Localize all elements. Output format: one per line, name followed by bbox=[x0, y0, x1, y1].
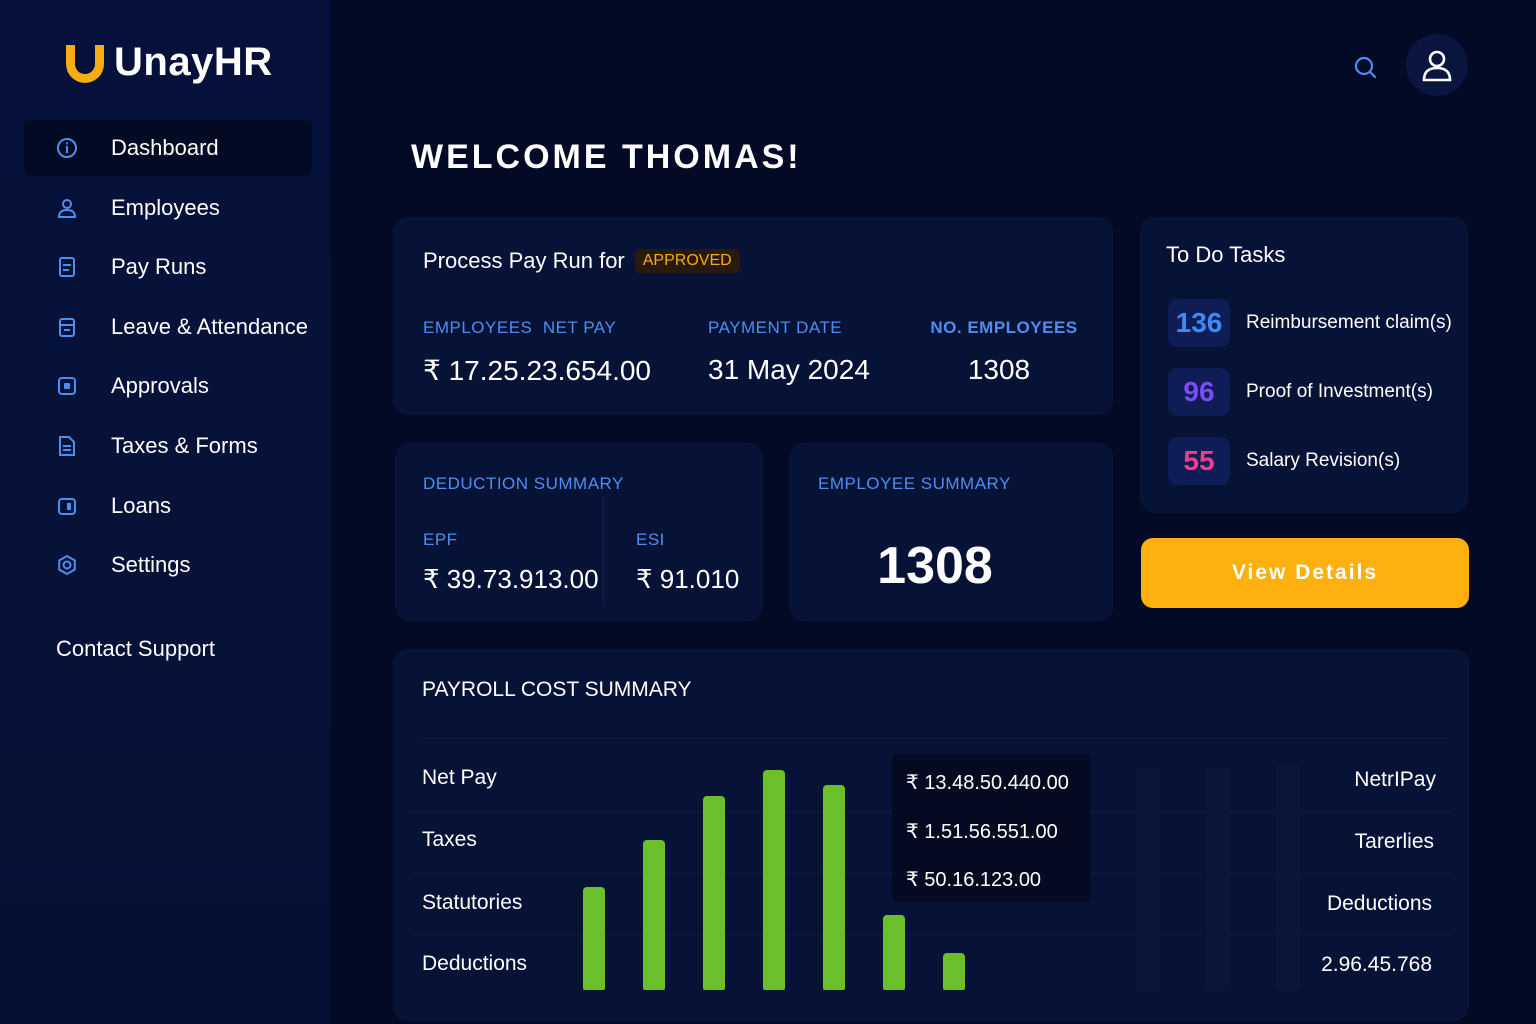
right-row-net-pay: NetrIPay bbox=[1354, 768, 1436, 791]
task-count: 55 bbox=[1168, 437, 1230, 485]
sidebar-item-employees[interactable]: Employees bbox=[24, 180, 312, 236]
row-label-net-pay: Net Pay bbox=[422, 766, 497, 789]
employee-count-block: NO. EMPLOYEES 1308 bbox=[929, 318, 1079, 386]
user-icon bbox=[56, 197, 78, 219]
forms-icon bbox=[56, 435, 78, 457]
task-proof-of-investment[interactable]: 96 Proof of Investment(s) bbox=[1168, 368, 1433, 416]
payroll-bar[interactable] bbox=[883, 915, 905, 990]
esi-label: ESI bbox=[636, 530, 665, 549]
payroll-tooltip: ₹ 13.48.50.440.00 ₹ 1.51.56.551.00 ₹ 50.… bbox=[892, 754, 1090, 902]
wallet-icon bbox=[56, 495, 78, 517]
right-row-amount: 2.96.45.768 bbox=[1321, 953, 1432, 976]
payroll-cost-summary-card: PAYROLL COST SUMMARY Net Pay Taxes Statu… bbox=[394, 650, 1468, 1020]
sidebar: UnayHR Dashboard Employees Pay Runs Leav… bbox=[0, 0, 330, 1024]
net-pay-block: EMPLOYEES NET PAY ₹ 17.25.23.654.00 bbox=[423, 318, 651, 387]
app-root: UnayHR Dashboard Employees Pay Runs Leav… bbox=[0, 0, 1536, 1024]
employee-summary-count: 1308 bbox=[877, 537, 993, 595]
row-label-statutories: Statutories bbox=[422, 891, 523, 914]
sidebar-item-taxes-forms[interactable]: Taxes & Forms bbox=[24, 418, 312, 474]
deduction-summary-card: DEDUCTION SUMMARY EPF ₹ 39.73.913.00 ESI… bbox=[396, 444, 762, 620]
pay-run-card: Process Pay Run for APPROVED EMPLOYEES N… bbox=[394, 218, 1112, 414]
tooltip-net-pay: ₹ 13.48.50.440.00 bbox=[906, 772, 1069, 794]
ghost-bar bbox=[1276, 766, 1300, 990]
sidebar-item-pay-runs[interactable]: Pay Runs bbox=[24, 239, 312, 295]
tooltip-statutories: ₹ 50.16.123.00 bbox=[906, 869, 1042, 891]
sidebar-nav: Dashboard Employees Pay Runs Leave & Att… bbox=[24, 120, 312, 597]
sidebar-item-label: Pay Runs bbox=[111, 254, 207, 280]
contact-support-link[interactable]: Contact Support bbox=[56, 636, 215, 662]
epf-value: ₹ 39.73.913.00 bbox=[423, 564, 599, 594]
divider bbox=[422, 738, 1448, 739]
approval-icon bbox=[56, 375, 78, 397]
user-avatar-icon bbox=[1422, 50, 1452, 82]
info-icon bbox=[56, 137, 78, 159]
payroll-bar[interactable] bbox=[583, 887, 605, 990]
payroll-title: PAYROLL COST SUMMARY bbox=[422, 678, 692, 701]
divider bbox=[603, 496, 604, 606]
net-pay-value: ₹ 17.25.23.654.00 bbox=[423, 355, 652, 386]
view-details-button[interactable]: View Details bbox=[1141, 538, 1469, 608]
payroll-bar[interactable] bbox=[823, 785, 845, 990]
payroll-bar[interactable] bbox=[703, 796, 725, 990]
gear-icon bbox=[56, 554, 78, 576]
net-pay-label: EMPLOYEES NET PAY bbox=[423, 318, 617, 337]
logo[interactable]: UnayHR bbox=[66, 40, 273, 85]
row-label-taxes: Taxes bbox=[422, 828, 477, 851]
brand-name: UnayHR bbox=[114, 40, 273, 84]
task-label: Proof of Investment(s) bbox=[1246, 381, 1433, 402]
payroll-bar[interactable] bbox=[763, 770, 785, 990]
task-salary-revision[interactable]: 55 Salary Revision(s) bbox=[1168, 437, 1400, 485]
user-avatar-button[interactable] bbox=[1406, 34, 1468, 96]
task-count: 96 bbox=[1168, 368, 1230, 416]
employee-count-value: 1308 bbox=[967, 354, 1031, 385]
sidebar-item-label: Settings bbox=[111, 552, 191, 578]
sidebar-item-loans[interactable]: Loans bbox=[24, 478, 312, 534]
task-label: Salary Revision(s) bbox=[1246, 450, 1401, 471]
payroll-bar[interactable] bbox=[943, 953, 965, 990]
payment-date-value: 31 May 2024 bbox=[708, 354, 870, 385]
right-row-taxes: Tarerlies bbox=[1354, 830, 1434, 853]
status-badge: APPROVED bbox=[634, 249, 740, 273]
esi-value: ₹ 91.010 bbox=[636, 564, 740, 594]
employee-count-label: NO. EMPLOYEES bbox=[930, 318, 1078, 337]
pay-run-title-text: Process Pay Run for bbox=[423, 248, 625, 273]
calendar-icon bbox=[56, 316, 78, 338]
sidebar-item-label: Employees bbox=[111, 194, 220, 220]
logo-mark-icon bbox=[66, 41, 104, 85]
row-label-deductions: Deductions bbox=[422, 952, 528, 975]
todo-tasks-card: To Do Tasks 136 Reimbursement claim(s) 9… bbox=[1141, 218, 1467, 512]
search-icon[interactable] bbox=[1350, 52, 1380, 82]
sidebar-item-settings[interactable]: Settings bbox=[24, 537, 312, 593]
page-title: WELCOME THOMAS! bbox=[411, 138, 802, 176]
right-row-deductions: Deductions bbox=[1326, 892, 1432, 915]
pay-run-title: Process Pay Run for APPROVED bbox=[423, 248, 740, 274]
sidebar-item-label: Loans bbox=[111, 492, 171, 518]
sidebar-item-label: Leave & Attendance bbox=[111, 313, 308, 339]
document-icon bbox=[56, 256, 78, 278]
payroll-bar[interactable] bbox=[643, 840, 665, 990]
ghost-bar bbox=[1136, 770, 1160, 990]
task-reimbursement[interactable]: 136 Reimbursement claim(s) bbox=[1168, 299, 1452, 347]
epf-label: EPF bbox=[423, 530, 458, 549]
tooltip-taxes: ₹ 1.51.56.551.00 bbox=[906, 821, 1058, 843]
sidebar-item-label: Dashboard bbox=[111, 135, 219, 160]
payment-date-block: PAYMENT DATE 31 May 2024 bbox=[708, 318, 870, 386]
ghost-bar bbox=[1206, 768, 1230, 990]
payment-date-label: PAYMENT DATE bbox=[708, 318, 843, 337]
employee-summary-title: EMPLOYEE SUMMARY bbox=[818, 474, 1011, 493]
sidebar-item-dashboard[interactable]: Dashboard bbox=[24, 120, 312, 176]
employee-summary-card: EMPLOYEE SUMMARY 1308 bbox=[790, 444, 1112, 620]
sidebar-item-approvals[interactable]: Approvals bbox=[24, 358, 312, 414]
deduction-summary-title: DEDUCTION SUMMARY bbox=[423, 474, 624, 493]
task-count: 136 bbox=[1168, 299, 1230, 347]
sidebar-item-label: Taxes & Forms bbox=[111, 432, 258, 458]
todo-title: To Do Tasks bbox=[1166, 242, 1286, 267]
sidebar-item-leave-attendance[interactable]: Leave & Attendance bbox=[24, 299, 312, 355]
sidebar-item-label: Approvals bbox=[111, 373, 209, 399]
task-label: Reimbursement claim(s) bbox=[1246, 312, 1452, 333]
